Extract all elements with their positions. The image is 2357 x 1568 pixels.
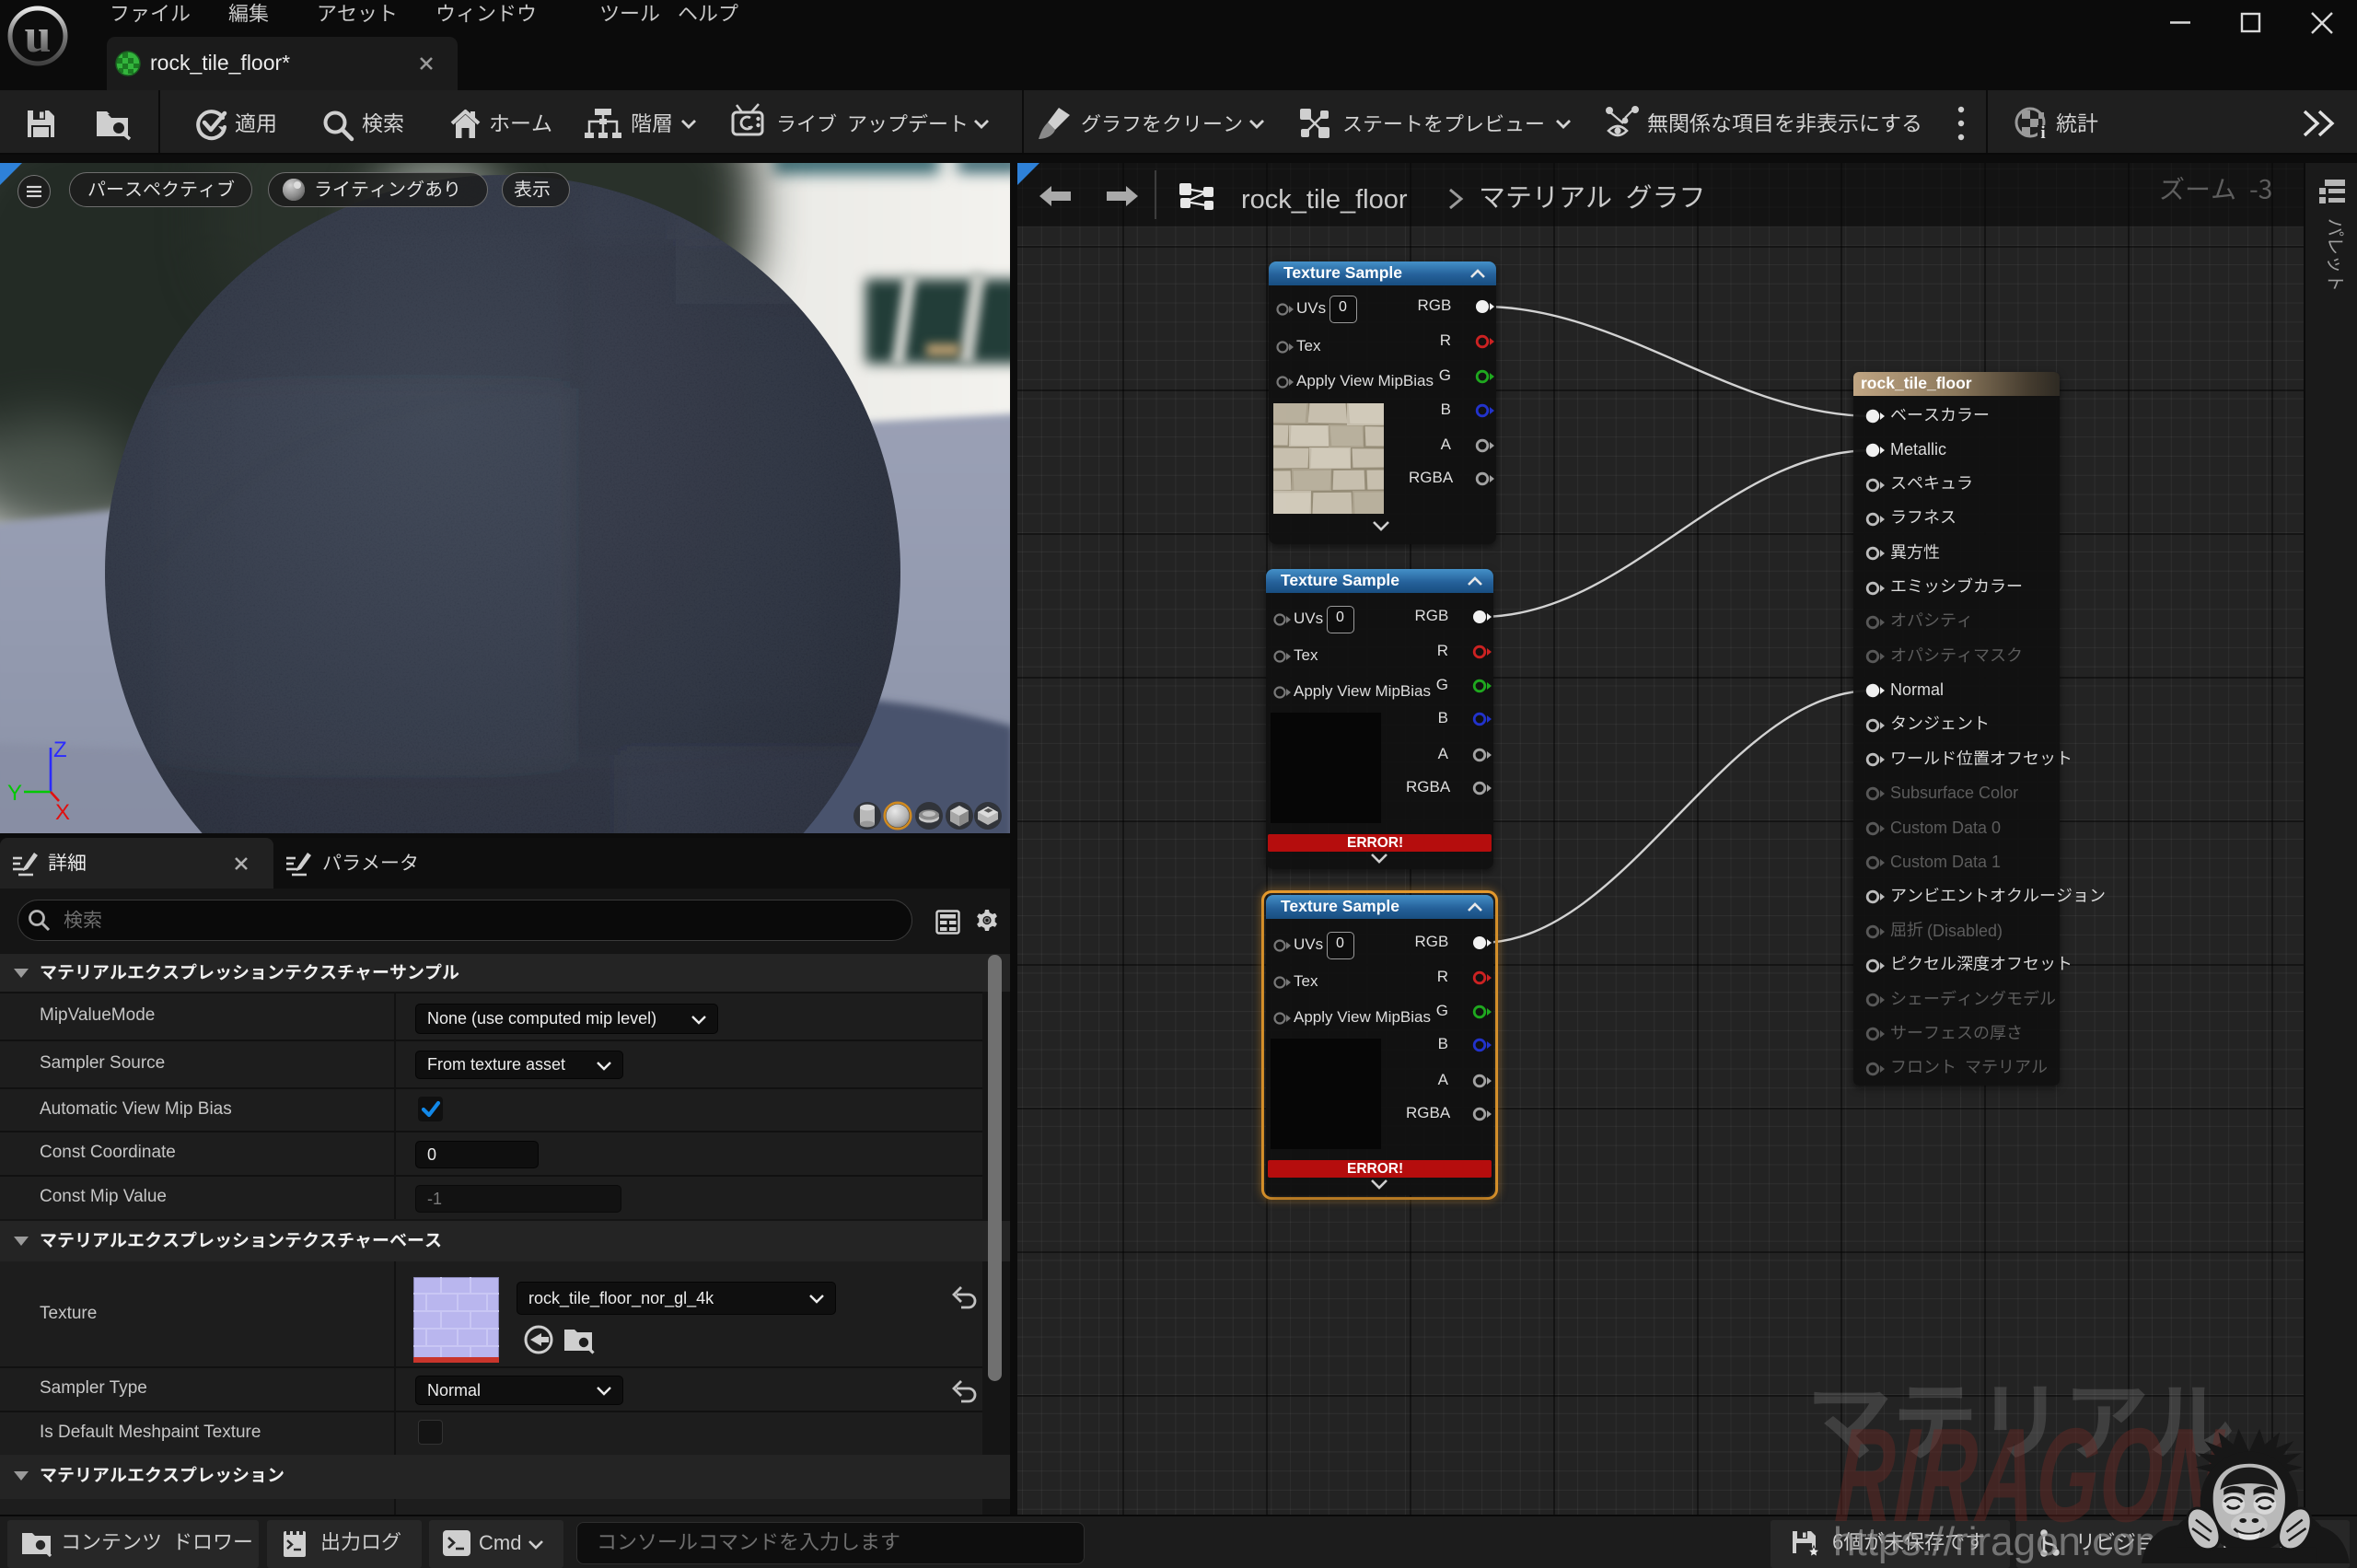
svg-text:u: u <box>25 10 52 63</box>
svg-text:Z: Z <box>53 738 67 762</box>
svg-text:X: X <box>55 800 70 825</box>
svg-text:Y: Y <box>7 781 22 806</box>
svg-text:i: i <box>2040 123 2045 143</box>
